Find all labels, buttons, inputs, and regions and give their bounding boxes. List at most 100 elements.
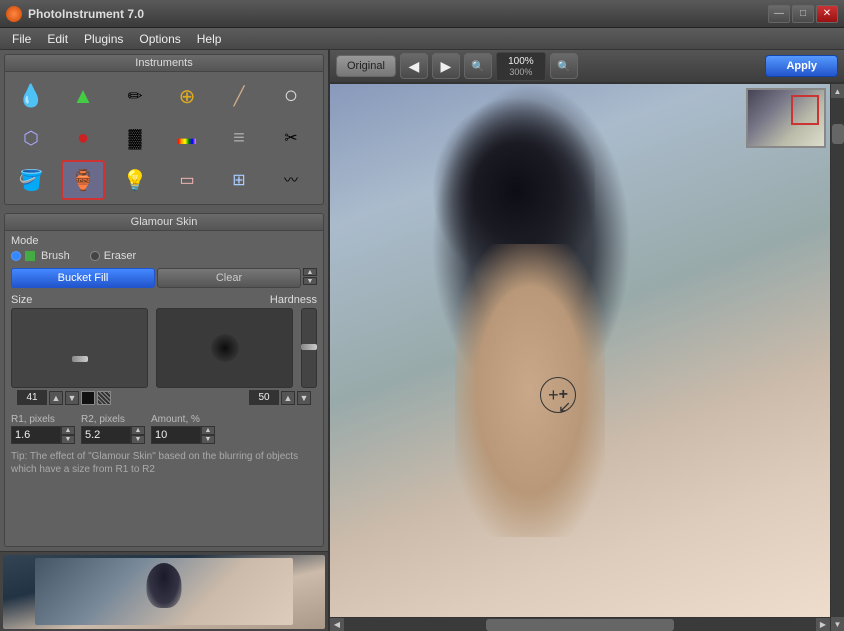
- tool-mosaic[interactable]: ⊞: [217, 160, 261, 200]
- title-bar-left: PhotoInstrument 7.0: [6, 6, 144, 22]
- zoom-current: 100%: [503, 56, 539, 67]
- hardness-slider-thumb[interactable]: [301, 344, 317, 350]
- menu-plugins[interactable]: Plugins: [76, 30, 131, 48]
- thumbnail-strip: [0, 551, 328, 631]
- tool-bottle[interactable]: 🏺: [61, 160, 105, 200]
- hardness-up-btn[interactable]: ▲: [281, 391, 295, 405]
- amount-param: Amount, % ▲ ▼: [151, 414, 215, 444]
- r1-input[interactable]: [11, 426, 61, 444]
- tool-tree[interactable]: ▲: [61, 76, 105, 116]
- photo-area[interactable]: + ↙: [330, 84, 830, 617]
- tool-tube[interactable]: 🪣: [9, 160, 53, 200]
- pattern-swatch[interactable]: [97, 391, 111, 405]
- minimize-button[interactable]: —: [768, 5, 790, 23]
- h-scroll-left-btn[interactable]: ◀: [330, 618, 344, 631]
- tool-drop[interactable]: 💧: [9, 76, 53, 116]
- size-slider-thumb[interactable]: [72, 356, 88, 362]
- menu-bar: File Edit Plugins Options Help: [0, 28, 844, 50]
- v-scroll-thumb[interactable]: [832, 124, 844, 144]
- menu-help[interactable]: Help: [189, 30, 230, 48]
- tool-lines[interactable]: ≡: [217, 118, 261, 158]
- tool-rainbow[interactable]: ▬: [165, 118, 209, 158]
- size-value[interactable]: 41: [17, 390, 47, 405]
- menu-options[interactable]: Options: [131, 30, 188, 48]
- menu-edit[interactable]: Edit: [39, 30, 76, 48]
- sliders-row: [11, 308, 317, 388]
- brush-preview: [156, 308, 293, 388]
- h-scroll-track[interactable]: [344, 618, 816, 631]
- panel-scroll-down[interactable]: ▼: [303, 277, 317, 285]
- color-swatch[interactable]: [81, 391, 95, 405]
- menu-file[interactable]: File: [4, 30, 39, 48]
- zoom-out-icon: 🔍: [471, 60, 485, 73]
- r2-up[interactable]: ▲: [131, 426, 145, 435]
- r1-input-row: ▲ ▼: [11, 426, 75, 444]
- tool-gradient[interactable]: ▓: [113, 118, 157, 158]
- eraser-label: Eraser: [104, 250, 136, 262]
- tree-icon: ▲: [72, 83, 94, 109]
- size-hardness-section: Size Hardness: [5, 290, 323, 411]
- gradient-icon: ▓: [128, 128, 141, 149]
- size-up-btn[interactable]: ▲: [49, 391, 63, 405]
- r1-spinner: ▲ ▼: [61, 426, 75, 444]
- h-scrollbar: ◀ ▶: [330, 617, 830, 631]
- pencil-icon: ✏: [127, 86, 142, 107]
- bottle-icon: 🏺: [71, 168, 96, 193]
- r1-up[interactable]: ▲: [61, 426, 75, 435]
- tool-stamp[interactable]: ⊕: [165, 76, 209, 116]
- tool-blob[interactable]: ○: [269, 76, 313, 116]
- undo-icon: ◀: [409, 58, 420, 75]
- amount-label: Amount, %: [151, 414, 215, 425]
- tool-skin-brush[interactable]: ╱: [217, 76, 261, 116]
- navigation-thumbnail[interactable]: [746, 88, 826, 148]
- maximize-button[interactable]: □: [792, 5, 814, 23]
- mode-label: Mode: [11, 235, 317, 247]
- zoom-max: 300%: [503, 67, 539, 77]
- title-bar: PhotoInstrument 7.0 — □ ✕: [0, 0, 844, 28]
- v-scrollbar: ▲ ▼: [830, 84, 844, 631]
- bucket-fill-button[interactable]: Bucket Fill: [11, 268, 155, 288]
- tool-eraser[interactable]: ▭: [165, 160, 209, 200]
- params-section: R1, pixels ▲ ▼ R2, pixels ▲: [5, 411, 323, 447]
- h-scroll-right-btn[interactable]: ▶: [816, 618, 830, 631]
- r2-down[interactable]: ▼: [131, 435, 145, 444]
- instruments-grid: 💧 ▲ ✏ ⊕ ╱ ○ ⬡: [5, 72, 323, 204]
- tool-shield[interactable]: ⬡: [9, 118, 53, 158]
- amount-spinner: ▲ ▼: [201, 426, 215, 444]
- panel-scroll-up[interactable]: ▲: [303, 268, 317, 276]
- h-scroll-thumb[interactable]: [486, 619, 675, 631]
- hardness-slider-track[interactable]: [301, 308, 317, 388]
- eraser-radio[interactable]: [90, 251, 100, 261]
- v-scroll-down-btn[interactable]: ▼: [831, 617, 844, 631]
- mode-options: Brush Eraser: [11, 250, 317, 262]
- glamour-panel: Glamour Skin Mode Brush Eraser Bucke: [4, 213, 324, 547]
- size-down-btn[interactable]: ▼: [65, 391, 79, 405]
- tool-pencil[interactable]: ✏: [113, 76, 157, 116]
- brush-radio[interactable]: [11, 251, 21, 261]
- apply-button[interactable]: Apply: [765, 55, 838, 77]
- redo-button[interactable]: ▶: [432, 53, 460, 79]
- close-button[interactable]: ✕: [816, 5, 838, 23]
- zoom-in-button[interactable]: 🔍: [550, 53, 578, 79]
- amount-input[interactable]: [151, 426, 201, 444]
- brush-preview-circle: [211, 334, 239, 362]
- clear-button[interactable]: Clear: [157, 268, 301, 288]
- amount-up[interactable]: ▲: [201, 426, 215, 435]
- brush-option[interactable]: Brush: [11, 250, 70, 262]
- undo-button[interactable]: ◀: [400, 53, 428, 79]
- eraser-option[interactable]: Eraser: [90, 250, 136, 262]
- r2-input[interactable]: [81, 426, 131, 444]
- size-slider-track[interactable]: [11, 308, 148, 388]
- zoom-out-button[interactable]: 🔍: [464, 53, 492, 79]
- amount-down[interactable]: ▼: [201, 435, 215, 444]
- hardness-value[interactable]: 50: [249, 390, 279, 405]
- v-scroll-up-btn[interactable]: ▲: [831, 84, 844, 98]
- tool-lightbulb[interactable]: 💡: [113, 160, 157, 200]
- tool-scissors[interactable]: ✂: [269, 118, 313, 158]
- v-scroll-track[interactable]: [831, 98, 844, 617]
- tool-red-circle[interactable]: ●: [61, 118, 105, 158]
- hardness-down-btn[interactable]: ▼: [297, 391, 311, 405]
- r1-down[interactable]: ▼: [61, 435, 75, 444]
- original-button[interactable]: Original: [336, 55, 396, 77]
- tool-wave[interactable]: 〰: [269, 160, 313, 200]
